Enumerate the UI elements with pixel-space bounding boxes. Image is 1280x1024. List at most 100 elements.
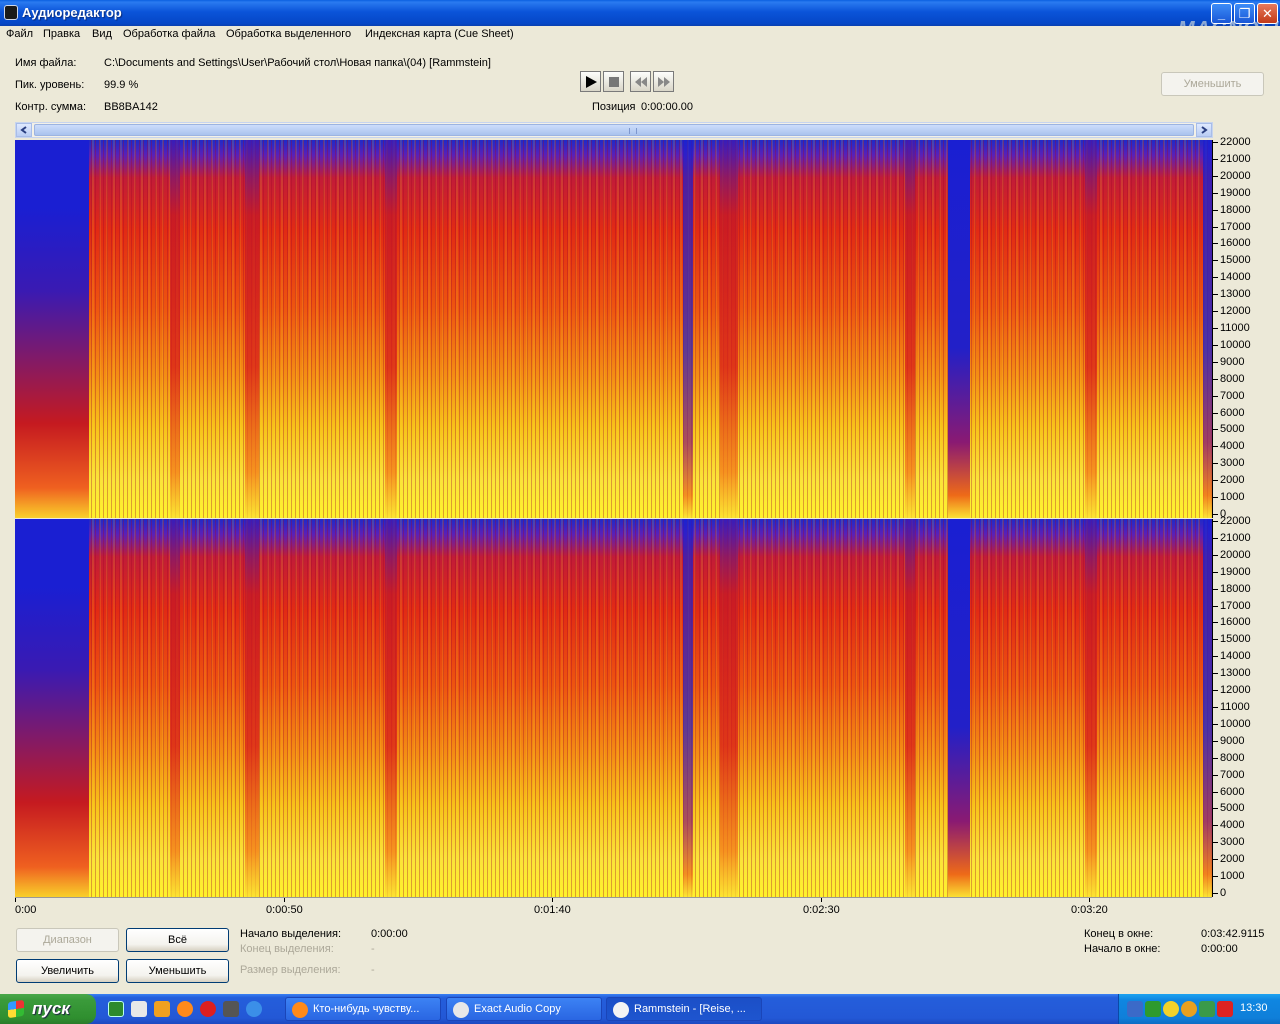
frequency-tick <box>1213 690 1218 691</box>
select-all-button[interactable]: Всё <box>126 928 229 952</box>
quicklaunch-firefox-icon[interactable] <box>177 1001 193 1017</box>
tray-shield-icon[interactable] <box>1217 1001 1233 1017</box>
zoom-in-button[interactable]: Увеличить <box>16 959 119 983</box>
maximize-button[interactable]: ❐ <box>1234 3 1255 24</box>
rewind-icon <box>635 77 647 87</box>
play-icon <box>586 76 597 88</box>
window-start-value: 0:00:00 <box>1201 943 1238 955</box>
quicklaunch-ie-icon[interactable] <box>246 1001 262 1017</box>
frequency-tick <box>1213 775 1218 776</box>
frequency-label: 11000 <box>1220 701 1250 713</box>
spectrogram-left-channel[interactable] <box>15 140 1212 518</box>
frequency-tick <box>1213 656 1218 657</box>
spectro-column <box>245 140 259 518</box>
frequency-tick <box>1213 396 1218 397</box>
tray-volume-icon[interactable] <box>1199 1001 1215 1017</box>
frequency-label: 21000 <box>1220 153 1251 165</box>
frequency-tick <box>1213 480 1218 481</box>
task-firefox[interactable]: Кто-нибудь чувству... <box>285 997 441 1021</box>
menu-cue-sheet[interactable]: Индексная карта (Cue Sheet) <box>365 28 514 40</box>
tray-update-icon[interactable] <box>1181 1001 1197 1017</box>
zoom-out-button[interactable]: Уменьшить <box>126 959 229 983</box>
menu-file-processing[interactable]: Обработка файла <box>123 28 215 40</box>
tray-messenger-icon[interactable] <box>1163 1001 1179 1017</box>
spectro-column <box>1085 140 1097 518</box>
task-exact-audio-copy[interactable]: Exact Audio Copy <box>446 997 602 1021</box>
scroll-thumb[interactable] <box>34 124 1194 136</box>
frequency-tick <box>1213 311 1218 312</box>
frequency-label: 13000 <box>1220 288 1251 300</box>
task-rammstein[interactable]: Rammstein - [Reise, ... <box>606 997 762 1021</box>
spectro-column <box>245 519 259 897</box>
frequency-label: 1000 <box>1220 870 1245 882</box>
rewind-button[interactable] <box>630 71 651 92</box>
frequency-label: 20000 <box>1220 549 1251 561</box>
frequency-tick <box>1213 514 1218 515</box>
frequency-tick <box>1213 227 1218 228</box>
title-bar[interactable]: Аудиоредактор MAGNOLIA CarAudio Team _ ❐… <box>0 0 1280 47</box>
menu-selection-processing[interactable]: Обработка выделенного <box>226 28 351 40</box>
selection-size-label: Размер выделения: <box>240 964 341 976</box>
spectro-column <box>385 519 397 897</box>
frequency-tick <box>1213 159 1218 160</box>
spectrogram-right-channel[interactable] <box>15 519 1212 897</box>
frequency-label: 18000 <box>1220 583 1251 595</box>
stop-button[interactable] <box>603 71 624 92</box>
position-label: Позиция <box>592 101 636 113</box>
frequency-label: 5000 <box>1220 423 1245 435</box>
menu-view[interactable]: Вид <box>92 28 112 40</box>
range-button[interactable]: Диапазон <box>16 928 119 952</box>
zoom-out-top-button[interactable]: Уменьшить <box>1161 72 1264 96</box>
quicklaunch-opera-icon[interactable] <box>200 1001 216 1017</box>
frequency-tick <box>1213 429 1218 430</box>
quicklaunch-disk-icon[interactable] <box>223 1001 239 1017</box>
file-name-label: Имя файла: <box>15 57 77 69</box>
frequency-label: 15000 <box>1220 633 1251 645</box>
spectro-column <box>170 519 180 897</box>
frequency-tick <box>1213 859 1218 860</box>
frequency-tick <box>1213 808 1218 809</box>
tray-network-icon[interactable] <box>1127 1001 1143 1017</box>
scroll-left-arrow[interactable] <box>16 123 32 137</box>
frequency-label: 7000 <box>1220 390 1245 402</box>
frequency-label: 14000 <box>1220 271 1251 283</box>
frequency-label: 18000 <box>1220 204 1251 216</box>
quicklaunch-spreadsheet-icon[interactable] <box>108 1001 124 1017</box>
horizontal-scrollbar[interactable] <box>15 122 1213 138</box>
frequency-tick <box>1213 142 1218 143</box>
menu-file[interactable]: Файл <box>6 28 33 40</box>
frequency-label: 19000 <box>1220 187 1251 199</box>
fast-forward-button[interactable] <box>653 71 674 92</box>
frequency-label: 12000 <box>1220 684 1251 696</box>
frequency-tick <box>1213 345 1218 346</box>
file-name-value: C:\Documents and Settings\User\Рабочий с… <box>104 57 491 69</box>
system-tray: 13:30 <box>1118 994 1280 1024</box>
tray-app-icon[interactable] <box>1145 1001 1161 1017</box>
close-button[interactable]: ✕ <box>1257 3 1278 24</box>
alien-icon <box>613 1002 629 1018</box>
clock: 13:30 <box>1240 1002 1268 1014</box>
frequency-tick <box>1213 521 1218 522</box>
fast-forward-icon <box>658 77 670 87</box>
frequency-tick <box>1213 589 1218 590</box>
minimize-button[interactable]: _ <box>1211 3 1232 24</box>
start-button[interactable]: пуск <box>0 994 96 1024</box>
play-button[interactable] <box>580 71 601 92</box>
frequency-tick <box>1213 277 1218 278</box>
frequency-tick <box>1213 606 1218 607</box>
time-tick <box>15 898 16 902</box>
frequency-tick <box>1213 741 1218 742</box>
frequency-label: 1000 <box>1220 491 1245 503</box>
frequency-tick <box>1213 724 1218 725</box>
menu-edit[interactable]: Правка <box>43 28 80 40</box>
quicklaunch-chart-icon[interactable] <box>154 1001 170 1017</box>
scroll-right-arrow[interactable] <box>1196 123 1212 137</box>
selection-size-value: - <box>371 964 375 976</box>
frequency-tick <box>1213 842 1218 843</box>
chevron-right-icon <box>1201 126 1208 134</box>
quicklaunch-alien-icon[interactable] <box>131 1001 147 1017</box>
frequency-label: 5000 <box>1220 802 1245 814</box>
frequency-label: 11000 <box>1220 322 1250 334</box>
selection-start-label: Начало выделения: <box>240 928 342 940</box>
frequency-label: 19000 <box>1220 566 1251 578</box>
